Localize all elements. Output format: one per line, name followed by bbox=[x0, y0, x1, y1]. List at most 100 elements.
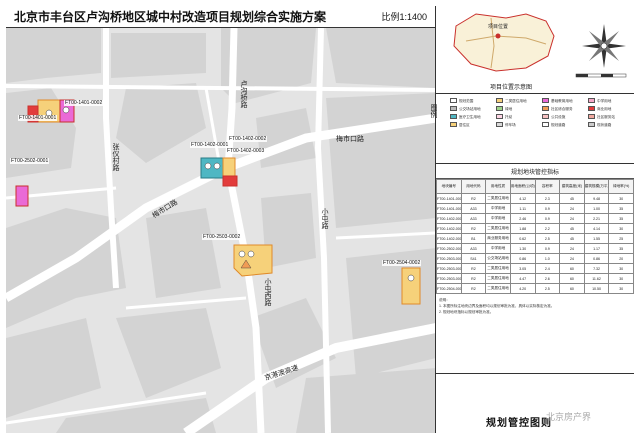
legend-label: 社区综合服务 bbox=[551, 106, 573, 111]
plot-label[interactable]: FT00-2504-0002 bbox=[382, 260, 422, 266]
table-cell: 1.11 bbox=[509, 203, 536, 214]
table-cell: 中学用地 bbox=[485, 213, 511, 224]
legend-item: 社区综合服务 bbox=[542, 106, 586, 111]
legend-label: 居住区 bbox=[459, 122, 470, 127]
table-row[interactable]: FT00-2503-0001 S41 公交场站用地 0.86 1.0 24 0.86 20 bbox=[436, 253, 634, 264]
table-cell: 11.62 bbox=[583, 273, 610, 284]
table-cell: 商业服务用地 bbox=[485, 233, 511, 244]
table-cell: 二类居住用地 bbox=[485, 193, 511, 204]
table-cell: 35 bbox=[608, 203, 634, 214]
table-cell: 20 bbox=[608, 253, 634, 264]
scale-label: 比例1:1400 bbox=[381, 12, 427, 22]
legend-swatch bbox=[542, 98, 549, 103]
road-label-west: 张仪村路 bbox=[112, 143, 119, 171]
table-cell: R2 bbox=[460, 223, 487, 234]
table-cell: FT00-1402-0003 bbox=[436, 233, 462, 244]
table-cell: 24 bbox=[559, 253, 585, 264]
legend-swatch bbox=[496, 106, 503, 111]
legend-item: 规划道路 bbox=[542, 122, 586, 127]
table-row[interactable]: FT00-2502-0001 A33 中学用地 1.30 0.9 24 1.17 35 bbox=[436, 243, 634, 254]
plot-label[interactable]: FT00-1402-0001 bbox=[190, 142, 230, 148]
plot-label[interactable]: FT00-1401-0002 bbox=[64, 100, 104, 106]
title-bar: 北京市丰台区卢沟桥地区城中村改造项目规划综合实施方案 比例1:1400 bbox=[6, 6, 436, 28]
table-cell: 25 bbox=[608, 233, 634, 244]
table-cell: 1.0 bbox=[534, 253, 561, 264]
legend-item: 规划范围 bbox=[450, 98, 494, 103]
table-cell: 30 bbox=[608, 283, 634, 294]
plot-label[interactable]: FT00-1401-0001 bbox=[18, 115, 58, 121]
table-cell: R2 bbox=[460, 273, 487, 284]
table-cell: 二类居住用地 bbox=[485, 283, 511, 294]
planning-map[interactable]: 卢沟桥路 张仪村路 梅市口路 梅市口路 小屯路 小屯西路 京港澳高速 FT00-… bbox=[6, 28, 436, 433]
plot-label[interactable]: FT00-1402-0003 bbox=[226, 148, 266, 154]
legend-swatch bbox=[450, 114, 457, 119]
table-row[interactable]: FT00-1401-0002 A33 中学用地 1.11 0.9 24 1.00 35 bbox=[436, 203, 634, 214]
legend-item: 居住区 bbox=[450, 122, 494, 127]
table-cell: 公交场站用地 bbox=[485, 253, 511, 264]
table-cell: 二类居住用地 bbox=[485, 223, 511, 234]
table-row[interactable]: FT00-1402-0003 B1 商业服务用地 0.62 2.5 45 1.55 25 bbox=[436, 233, 634, 244]
legend-item: 二类居住用地 bbox=[496, 98, 540, 103]
table-header-cell: 容积率 bbox=[534, 179, 561, 194]
compass-icon bbox=[582, 24, 626, 68]
location-map-canvas bbox=[453, 13, 627, 78]
legend-label: 停车场 bbox=[505, 122, 516, 127]
table-row[interactable]: FT00-1401-0001 R2 二类居住用地 4.12 2.3 45 9.48 30 bbox=[436, 193, 634, 204]
table-cell: 4.14 bbox=[583, 223, 610, 234]
table-header-cell: 用地性质 bbox=[485, 179, 511, 194]
legend-swatch bbox=[450, 106, 457, 111]
project-marker-label: 项目位置 bbox=[488, 24, 509, 30]
table-row[interactable]: FT00-1402-0002 R2 二类居住用地 1.88 2.2 45 4.14 30 bbox=[436, 223, 634, 234]
table-cell: 1.00 bbox=[583, 203, 610, 214]
legend-swatch bbox=[588, 98, 595, 103]
legend-label: 绿地 bbox=[505, 106, 513, 111]
legend-swatch bbox=[588, 114, 595, 119]
legend: 图例 规划范围 二类居住用地 基础教育用地 中学用地公交场站用地 绿地 社区综合服务 商业用… bbox=[430, 94, 634, 164]
map-canvas bbox=[6, 28, 435, 433]
table-row[interactable]: FT00-2504-0002 R2 二类居住用地 4.20 2.5 60 10.50 30 bbox=[436, 283, 634, 294]
table-cell: 45 bbox=[559, 233, 585, 244]
table-cell: 二类居住用地 bbox=[485, 263, 511, 274]
table-cell: FT00-2503-0001 bbox=[436, 253, 462, 264]
table-cell: 7.32 bbox=[583, 263, 610, 274]
table-cell: 4.47 bbox=[509, 273, 536, 284]
legend-swatch bbox=[542, 114, 549, 119]
table-cell: FT00-2503-0002 bbox=[436, 263, 462, 274]
table-cell: 2.21 bbox=[583, 213, 610, 224]
table-cell: FT00-2502-0001 bbox=[436, 243, 462, 254]
plot-label[interactable]: FT00-2503-0002 bbox=[202, 234, 242, 240]
table-row[interactable]: FT00-1402-0001 A33 中学用地 2.46 0.9 24 2.21 35 bbox=[436, 213, 634, 224]
legend-item: 公交场站用地 bbox=[450, 106, 494, 111]
legend-item: 托幼 bbox=[496, 114, 540, 119]
table-cell: A33 bbox=[460, 243, 487, 254]
legend-label: 规划范围 bbox=[459, 98, 474, 103]
legend-item: 社区服务站 bbox=[588, 114, 632, 119]
table-cell: A33 bbox=[460, 213, 487, 224]
table-cell: 45 bbox=[559, 193, 585, 204]
plot-label[interactable]: FT00-2502-0001 bbox=[10, 158, 50, 164]
legend-grid: 规划范围 二类居住用地 基础教育用地 中学用地 公交场站用地 绿地 社区综合服务 商业用地 医疗… bbox=[450, 98, 632, 127]
table-notes: 说明： 1. 本图所标注地块边界及面积均以规划审批为准，具体以实际核定为准。 2. … bbox=[436, 294, 634, 318]
footer: 规划管控图则 北京房产界 bbox=[436, 374, 634, 433]
table-header-cell: 用地面积(公顷) bbox=[509, 179, 536, 194]
table-row[interactable]: FT00-2503-0003 R2 二类居住用地 4.47 2.6 60 11.62 30 bbox=[436, 273, 634, 284]
legend-label: 社区服务站 bbox=[597, 114, 615, 119]
legend-swatch bbox=[588, 106, 595, 111]
table-cell: 0.9 bbox=[534, 203, 561, 214]
legend-heading: 图例 bbox=[430, 104, 448, 118]
legend-item: 医疗卫生用地 bbox=[450, 114, 494, 119]
table-cell: 9.48 bbox=[583, 193, 610, 204]
table-cell: 35 bbox=[608, 213, 634, 224]
table-header-cell: 建筑规模(万平方米) bbox=[583, 179, 610, 194]
table-cell: FT00-1401-0002 bbox=[436, 203, 462, 214]
legend-item: 中学用地 bbox=[588, 98, 632, 103]
control-table-title: 规划地块管控指标 bbox=[436, 164, 634, 179]
plot-label[interactable]: FT00-1402-0002 bbox=[228, 136, 268, 142]
table-cell: FT00-1402-0001 bbox=[436, 213, 462, 224]
legend-label: 公交场站用地 bbox=[459, 106, 481, 111]
legend-item: 绿地 bbox=[496, 106, 540, 111]
table-row[interactable]: FT00-2503-0002 R2 二类居住用地 3.05 2.4 60 7.32 30 bbox=[436, 263, 634, 274]
table-cell: 2.4 bbox=[534, 263, 561, 274]
table-header-row: 地块编号用地代码用地性质用地面积(公顷)容积率建筑高度(米)建筑规模(万平方米)… bbox=[436, 179, 634, 194]
legend-label: 二类居住用地 bbox=[505, 98, 527, 103]
